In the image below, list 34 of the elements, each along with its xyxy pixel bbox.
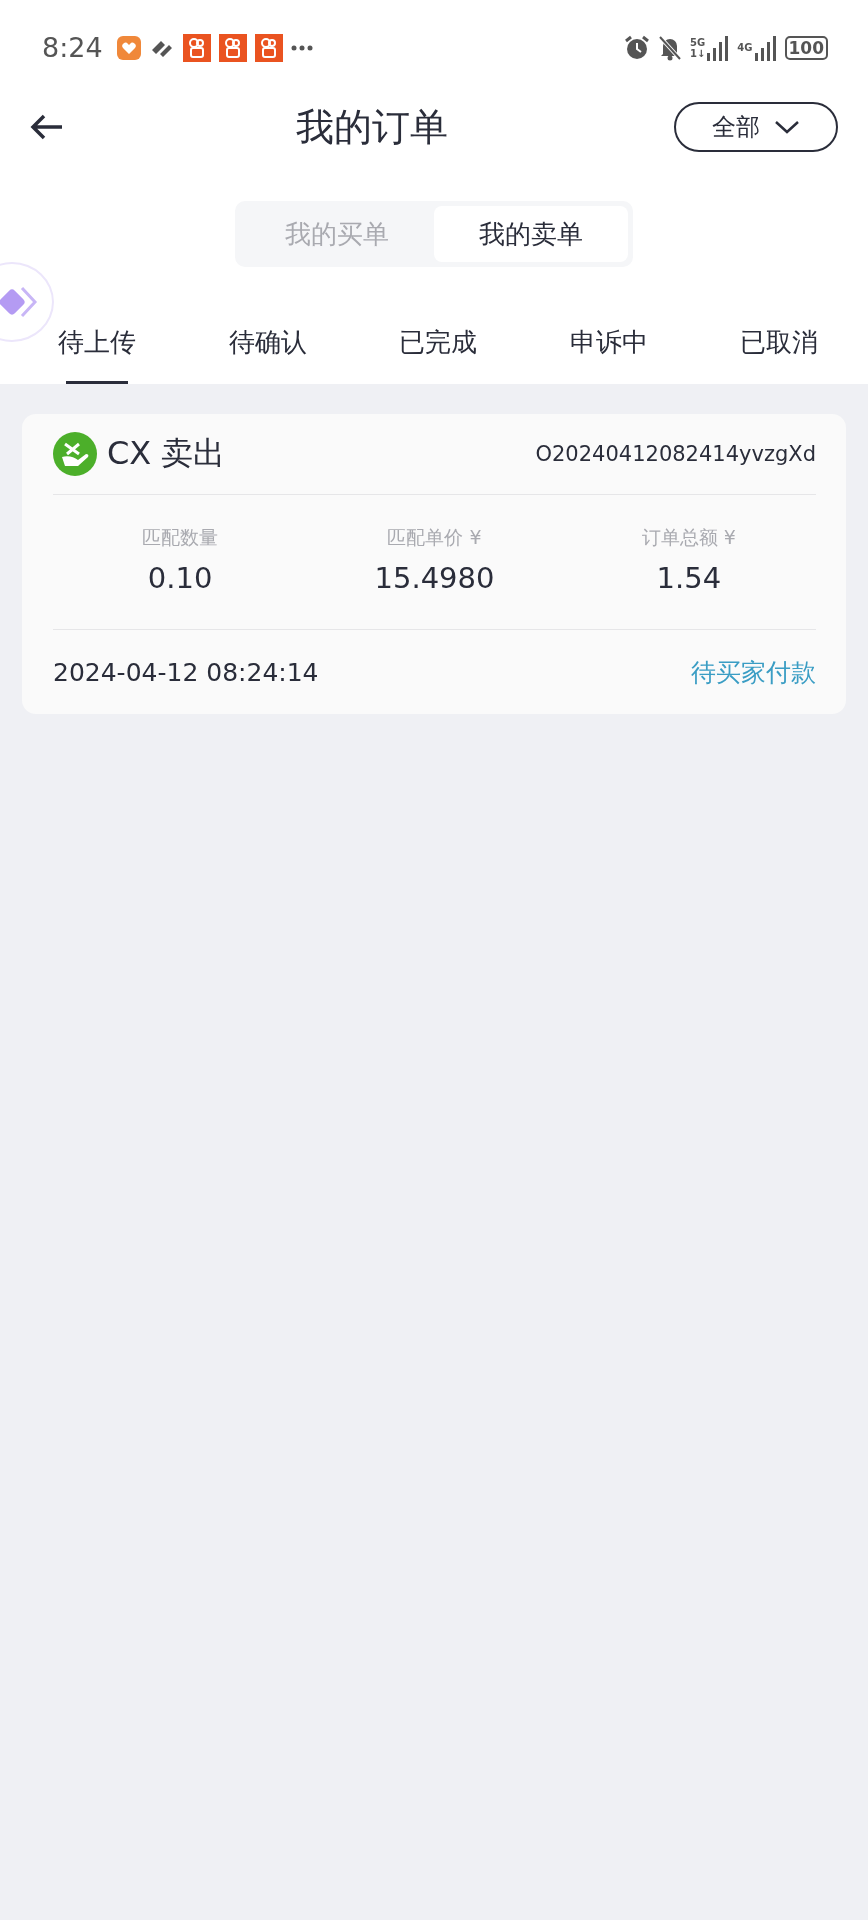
stat-value: 1.54 xyxy=(656,561,722,595)
order-time: 2024-04-12 08:24:14 xyxy=(53,657,319,687)
status-time: 8:24 xyxy=(42,32,103,63)
order-title: CX 卖出 xyxy=(107,433,226,474)
status-tab[interactable]: 申诉中 xyxy=(569,313,648,384)
stat-label: 订单总额 ¥ xyxy=(641,525,736,550)
stat-label: 匹配数量 xyxy=(142,525,219,550)
status-tab[interactable]: 已取消 xyxy=(740,313,818,384)
chevron-down-icon xyxy=(774,120,800,134)
filter-dropdown[interactable]: 全部 xyxy=(674,102,838,152)
order-status: 待买家付款 xyxy=(691,656,816,689)
status-tab[interactable]: 待上传 xyxy=(58,313,136,384)
network-label: 5G xyxy=(690,36,706,48)
stat-label: 匹配单价 ¥ xyxy=(387,525,482,550)
battery-level: 100 xyxy=(784,35,828,60)
page-title: 我的订单 xyxy=(296,103,448,151)
alarm-icon xyxy=(624,34,650,61)
stat-value: 0.10 xyxy=(147,561,213,595)
network-label: 4G xyxy=(737,42,753,53)
camera-app-icon xyxy=(254,33,283,62)
coin-logo-icon xyxy=(53,432,97,476)
more-icon xyxy=(290,44,313,51)
stat-value: 15.4980 xyxy=(374,561,495,595)
network-activity: 1↓ xyxy=(690,47,706,59)
camera-app-icon xyxy=(182,33,211,62)
muted-bell-icon xyxy=(658,34,682,61)
segment-button[interactable]: 我的卖单 xyxy=(434,206,628,262)
signal-icon xyxy=(754,34,777,61)
order-number: O20240412082414yvzgXd xyxy=(535,442,816,466)
status-tab[interactable]: 已完成 xyxy=(399,313,477,384)
order-card[interactable]: CX 卖出 O20240412082414yvzgXd 匹配数量 0.10 匹配单价 ¥ 15.4980 订单总额 ¥ 1.54 2024-04-12 08:24:14 待买家付款 xyxy=(22,414,846,714)
status-tab[interactable]: 待确认 xyxy=(228,313,307,384)
signal-icon xyxy=(707,34,730,61)
camera-app-icon xyxy=(218,33,247,62)
